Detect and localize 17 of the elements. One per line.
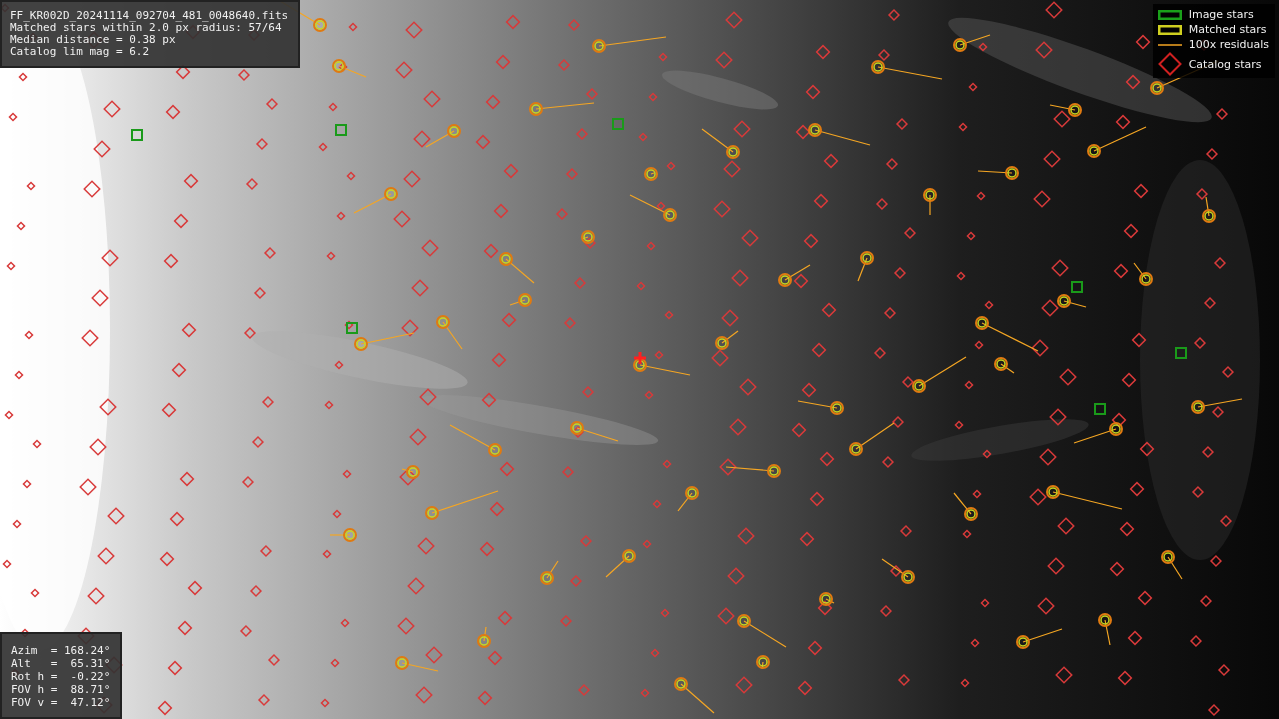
line-icon [1157, 43, 1182, 46]
info-text: Catalog lim mag = 6.2 [10, 46, 151, 58]
legend-label: Image stars [1188, 8, 1254, 21]
legend-label: 100x residuals [1188, 38, 1269, 51]
pointing-text: Azim = 168.24° [11, 644, 112, 657]
rectangle-icon [1157, 24, 1182, 35]
pointing-text: FOV h = 88.71° [11, 683, 112, 696]
info-text: Median distance = 0.38 px [10, 34, 177, 46]
pointing-text: FOV v = 47.12° [11, 696, 112, 709]
legend-label: Matched stars [1188, 23, 1267, 36]
pointing-text: Alt = 65.31° [11, 657, 112, 670]
pointing-text: Rot h = -0.22° [11, 670, 112, 683]
info-text: Matched stars within 2.0 px radius: 57/64 [10, 22, 282, 34]
rectangle-icon [1157, 9, 1182, 20]
info-text: FF_KR002D_20241114_092704_481_0048640.fits [10, 10, 290, 22]
diamond-icon [1157, 52, 1182, 76]
legend-label: Catalog stars [1188, 57, 1262, 71]
